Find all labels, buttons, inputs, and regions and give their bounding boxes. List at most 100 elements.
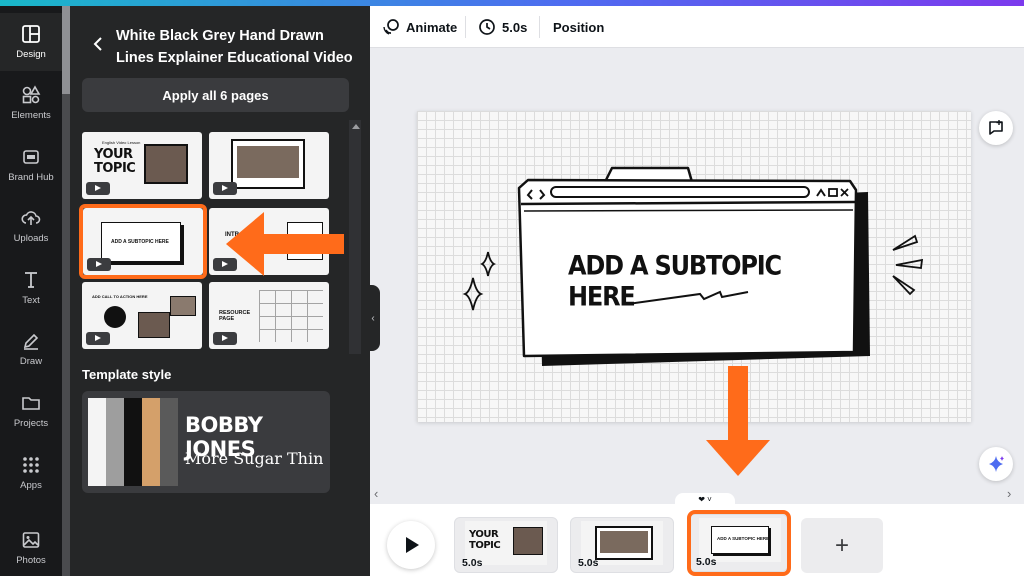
collapse-panel-button[interactable]: ‹ [366, 285, 380, 351]
timeline-page-duration: 5.0s [462, 557, 483, 569]
animate-label: Animate [406, 19, 458, 35]
design-panel: White Black Grey Hand Drawn Lines Explai… [62, 6, 370, 576]
rail-draw-label: Draw [19, 356, 43, 367]
thumb-small-text: ADD CALL TO ACTION HERE [92, 294, 148, 299]
scroll-left-icon[interactable]: ‹ [374, 486, 378, 501]
selected-page-highlight [687, 510, 791, 576]
play-icon[interactable] [86, 332, 110, 345]
selected-thumb-highlight [79, 204, 207, 279]
timeline-page-photo [600, 531, 648, 553]
timeline-page-big-text: YOUR TOPIC [469, 529, 501, 551]
template-page-thumb[interactable]: English Video Lesson YOUR TOPIC [82, 132, 202, 199]
thumb-circle [104, 306, 126, 328]
template-page-thumb[interactable]: RESOURCE PAGE [209, 282, 329, 349]
text-icon [25, 272, 37, 288]
rail-apps[interactable]: Apps [0, 444, 62, 502]
apply-all-pages-button[interactable]: Apply all 6 pages [82, 78, 349, 112]
play-icon[interactable] [213, 182, 237, 195]
thumb-photo [237, 146, 299, 178]
chevron-down-icon: ❤ ˅ [698, 495, 712, 504]
play-icon[interactable] [213, 258, 237, 271]
folder-icon [22, 397, 40, 410]
scroll-right-icon[interactable]: › [1007, 486, 1011, 501]
thumb-photo [138, 312, 170, 338]
thumb-photo [144, 144, 188, 184]
timeline-page[interactable]: YOUR TOPIC 5.0s [454, 517, 558, 573]
color-swatch [106, 398, 124, 486]
position-label: Position [553, 19, 605, 35]
chevron-left-icon[interactable] [90, 36, 106, 52]
rail-uploads-label: Uploads [13, 233, 49, 244]
rail-photos[interactable]: Photos [0, 519, 62, 576]
play-button[interactable] [387, 521, 435, 569]
template-style-title: Template style [82, 367, 172, 382]
template-page-thumb[interactable]: INTR [209, 208, 329, 275]
color-swatch [160, 398, 178, 486]
thumb-photo [170, 296, 196, 316]
add-page-button[interactable]: + [801, 518, 883, 573]
thumb-grid [259, 290, 323, 342]
top-gradient-bar [0, 0, 1024, 6]
cloud-upload-icon [21, 211, 41, 225]
canvas-subtopic-text[interactable]: ADD A SUBTOPIC HERE [568, 250, 808, 313]
play-icon[interactable] [213, 332, 237, 345]
rail-brand-hub-label: Brand Hub [8, 172, 54, 183]
thumb-window [287, 222, 323, 260]
rail-apps-label: Apps [20, 480, 42, 491]
timeline-toggle[interactable]: ❤ ˅ [675, 493, 735, 508]
magic-assistant-button[interactable] [979, 447, 1013, 481]
clock-icon [479, 19, 495, 35]
comment-add-icon [989, 120, 1003, 135]
brand-icon [23, 150, 39, 164]
editor-toolbar: Animate 5.0s Position [370, 6, 1024, 48]
sparkle-icon [989, 456, 1004, 472]
comment-button[interactable] [979, 111, 1013, 145]
template-page-thumb[interactable] [209, 132, 329, 199]
toolbar-divider [539, 16, 540, 38]
rail-brand-hub[interactable]: Brand Hub [0, 136, 62, 194]
timeline-page[interactable]: 5.0s [570, 517, 674, 573]
thumb-small-text: INTR [225, 232, 239, 238]
template-page-thumb[interactable]: ADD CALL TO ACTION HERE [82, 282, 202, 349]
image-icon [22, 532, 40, 548]
shapes-icon [22, 85, 41, 104]
layout-icon [22, 25, 40, 43]
color-swatch [124, 398, 142, 486]
panel-scrollbar[interactable] [62, 6, 70, 576]
thumb-small-text: RESOURCE PAGE [219, 310, 251, 322]
duration-label: 5.0s [502, 19, 528, 35]
rail-projects-label: Projects [13, 418, 49, 429]
thumb-small-text: English Video Lesson [102, 140, 141, 145]
pen-icon [23, 333, 39, 350]
toolbar-divider [465, 16, 466, 38]
rail-photos-label: Photos [16, 555, 46, 566]
style-sub-font: More Sugar Thin [185, 449, 324, 468]
rail-uploads[interactable]: Uploads [0, 197, 62, 255]
timeline-page-photo [513, 527, 543, 555]
rail-elements[interactable]: Elements [0, 74, 62, 132]
rail-projects[interactable]: Projects [0, 382, 62, 440]
rail-design-label: Design [16, 49, 46, 60]
color-swatch [88, 398, 106, 486]
template-title: White Black Grey Hand Drawn Lines Explai… [116, 28, 353, 66]
rail-elements-label: Elements [11, 110, 51, 121]
duration-button[interactable]: 5.0s [478, 6, 527, 48]
rail-text[interactable]: Text [0, 259, 62, 317]
scroll-up-icon[interactable] [352, 124, 360, 129]
rail-design[interactable]: Design [0, 13, 62, 71]
rail-text-label: Text [22, 295, 40, 306]
side-rail: Design Elements Brand Hub Uploads Text D… [0, 6, 62, 576]
animate-button[interactable]: Animate [382, 6, 457, 48]
chevron-left-icon: ‹ [371, 312, 375, 324]
template-style-card[interactable]: BOBBY JONES More Sugar Thin [82, 391, 330, 493]
timeline-page-duration: 5.0s [578, 557, 599, 569]
play-icon[interactable] [86, 182, 110, 195]
animate-icon [383, 19, 399, 35]
thumbs-scrollbar[interactable] [349, 120, 361, 354]
grid-icon [23, 457, 39, 473]
color-swatch [142, 398, 160, 486]
panel-scrollbar-thumb[interactable] [62, 6, 70, 94]
position-button[interactable]: Position [553, 6, 604, 48]
thumb-big-text: YOUR TOPIC [94, 147, 136, 176]
rail-draw[interactable]: Draw [0, 320, 62, 378]
